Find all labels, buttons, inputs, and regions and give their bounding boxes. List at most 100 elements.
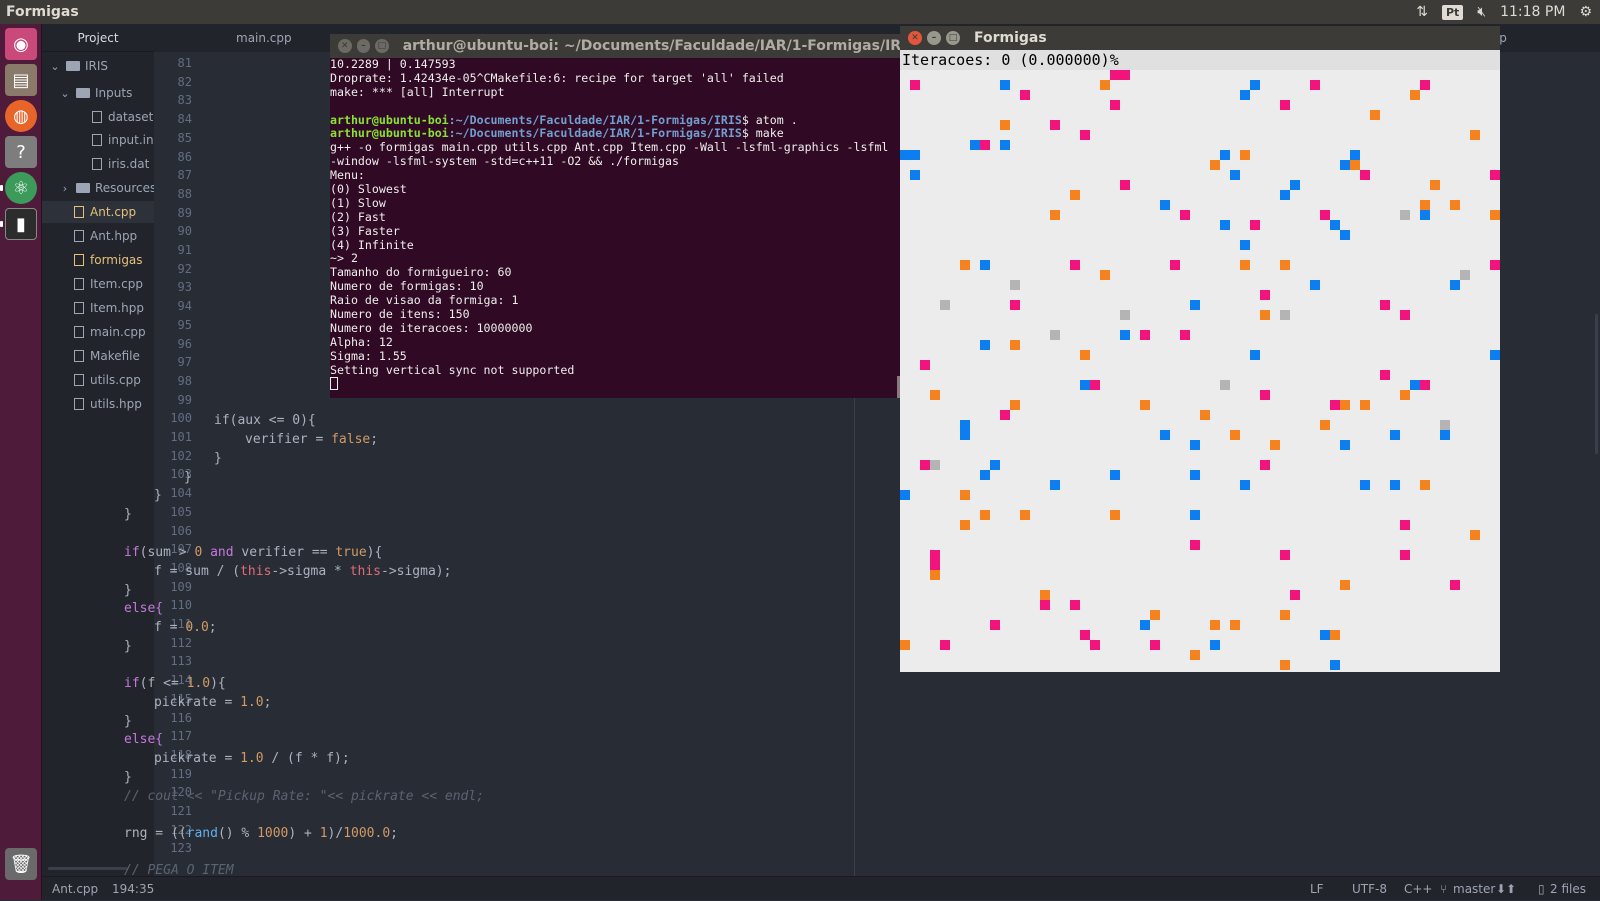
grid-cell	[980, 510, 990, 520]
line-number: 113	[170, 654, 192, 669]
code-line-104: }	[124, 507, 132, 522]
grid-cell	[980, 140, 990, 150]
line-number: 116	[170, 710, 192, 725]
simulation-canvas[interactable]: Iteracoes: 0 (0.000000)%	[900, 50, 1500, 672]
project-tab[interactable]: Project	[42, 24, 154, 52]
help-icon[interactable]: ?	[5, 136, 37, 168]
tree-file-dataset[interactable]: dataset	[42, 106, 154, 128]
grid-cell	[1070, 190, 1080, 200]
terminal-output[interactable]: 10.2289 | 0.147593 Droprate: 1.42434e-05…	[330, 58, 900, 398]
tree-file-makefile[interactable]: Makefile	[42, 345, 154, 367]
terminal-cursor	[330, 377, 338, 391]
atom-icon[interactable]: ⚛	[5, 172, 37, 204]
tree-file-ant-hpp[interactable]: Ant.hpp	[42, 225, 154, 247]
status-encoding[interactable]: UTF-8	[1352, 877, 1387, 901]
network-icon[interactable]: ⇅	[1416, 4, 1428, 20]
trash-icon[interactable]: 🗑︎	[5, 848, 37, 880]
tree-file-iris[interactable]: iris.dat	[42, 153, 154, 175]
code-line-106: if(sum > 0 and verifier == true){	[124, 545, 382, 560]
close-icon[interactable]: ✕	[908, 31, 922, 45]
tree-file-main-cpp[interactable]: main.cpp	[42, 321, 154, 343]
grid-cell	[1260, 310, 1270, 320]
editor-scrollbar[interactable]	[1595, 314, 1598, 454]
grid-cell	[1120, 310, 1130, 320]
code-text: pickrate =	[154, 695, 241, 710]
grid-cell	[1190, 540, 1200, 550]
grid-cell	[1050, 330, 1060, 340]
code-line-114: pickrate = 1.0;	[154, 695, 272, 710]
grid-cell	[1230, 620, 1240, 630]
status-grammar[interactable]: C++	[1404, 877, 1433, 901]
grid-cell	[1290, 180, 1300, 190]
code-text: this	[349, 564, 381, 579]
tree-file-ant-cpp[interactable]: Ant.cpp	[42, 201, 154, 223]
maximize-icon[interactable]: □	[375, 39, 389, 53]
code-line-121: rng = ((rand() % 1000) + 1)/1000.0;	[124, 826, 398, 841]
terminal-line: -window -lsfml-system -std=c++11 -O2 && …	[330, 155, 680, 169]
line-number: 94	[177, 299, 192, 314]
tree-file-label: Ant.hpp	[90, 229, 138, 243]
grid-cell	[1340, 580, 1350, 590]
terminal-line: (1) Slow	[330, 196, 386, 210]
grid-cell	[1490, 210, 1500, 220]
grid-cell	[1470, 130, 1480, 140]
tree-file-item-cpp[interactable]: Item.cpp	[42, 273, 154, 295]
code-text: else{	[124, 732, 164, 747]
sound-muted-icon[interactable]: 🔇︎	[1477, 4, 1486, 20]
keyboard-layout-indicator[interactable]: Pt	[1441, 4, 1464, 20]
fetch-icon[interactable]: ⬇⬆	[1496, 877, 1516, 901]
dash-home-icon[interactable]: ◉	[5, 28, 37, 60]
tree-folder-resources[interactable]: › Resources	[42, 177, 154, 199]
tree-file-formigas[interactable]: formigas	[42, 249, 154, 271]
folder-icon	[66, 61, 80, 71]
terminal-line: 10.2289 | 0.147593	[330, 58, 456, 71]
grid-cell	[1040, 600, 1050, 610]
tree-scrollbar[interactable]	[48, 867, 128, 870]
close-icon[interactable]: ✕	[338, 39, 352, 53]
line-number: 91	[177, 243, 192, 257]
grid-cell	[1340, 440, 1350, 450]
gear-icon[interactable]: ⚙	[1579, 4, 1592, 20]
tree-file-utils-cpp[interactable]: utils.cpp	[42, 369, 154, 391]
minimize-icon[interactable]: –	[356, 39, 371, 53]
status-line-ending[interactable]: LF	[1310, 877, 1324, 901]
grid-cell	[960, 490, 970, 500]
tree-file-utils-hpp[interactable]: utils.hpp	[42, 393, 154, 415]
clock[interactable]: 11:18 PM	[1500, 4, 1565, 20]
status-cursor-position[interactable]: 194:35	[112, 877, 154, 901]
status-git-files[interactable]: 2 files	[1550, 877, 1586, 901]
code-text: ->sigma);	[381, 564, 452, 579]
tree-file-item-hpp[interactable]: Item.hpp	[42, 297, 154, 319]
grid-cell	[900, 490, 910, 500]
line-number: 90	[177, 224, 192, 239]
tree-folder-inputs[interactable]: ⌄ Inputs	[42, 82, 154, 104]
status-file[interactable]: Ant.cpp	[52, 877, 98, 901]
grid-cell	[1050, 120, 1060, 130]
line-number: 95	[177, 317, 192, 332]
maximize-icon[interactable]: □	[946, 31, 960, 45]
code-text: if(aux <= 0){	[214, 413, 316, 428]
tree-file-label: utils.hpp	[90, 397, 142, 411]
code-line-111: }	[124, 639, 132, 654]
code-text: else{	[124, 601, 164, 616]
grid-cell	[1490, 170, 1500, 180]
grid-cell	[990, 620, 1000, 630]
grid-cell	[1390, 480, 1400, 490]
grid-cell	[1420, 480, 1430, 490]
minimize-icon[interactable]: –	[927, 31, 941, 45]
simulation-status: Iteracoes: 0 (0.000000)%	[902, 51, 1119, 69]
code-text: f =	[154, 620, 186, 635]
files-icon[interactable]: ▤	[5, 64, 37, 96]
code-line-116: else{	[124, 732, 163, 747]
grid-cell	[1110, 470, 1120, 480]
terminal-icon[interactable]: ▮	[5, 208, 37, 240]
firefox-icon[interactable]: ◍	[5, 100, 37, 132]
tree-file-input[interactable]: input.in	[42, 129, 154, 151]
code-text: and	[202, 545, 242, 560]
folder-icon	[76, 88, 90, 98]
formigas-window: ✕ – □ Formigas Iteracoes: 0 (0.000000)%	[900, 26, 1500, 672]
tab-main-cpp[interactable]: main.cpp	[224, 24, 304, 52]
status-branch[interactable]: master	[1453, 877, 1495, 901]
tree-root-folder[interactable]: ⌄ IRIS	[42, 55, 154, 77]
grid-cell	[1250, 220, 1260, 230]
